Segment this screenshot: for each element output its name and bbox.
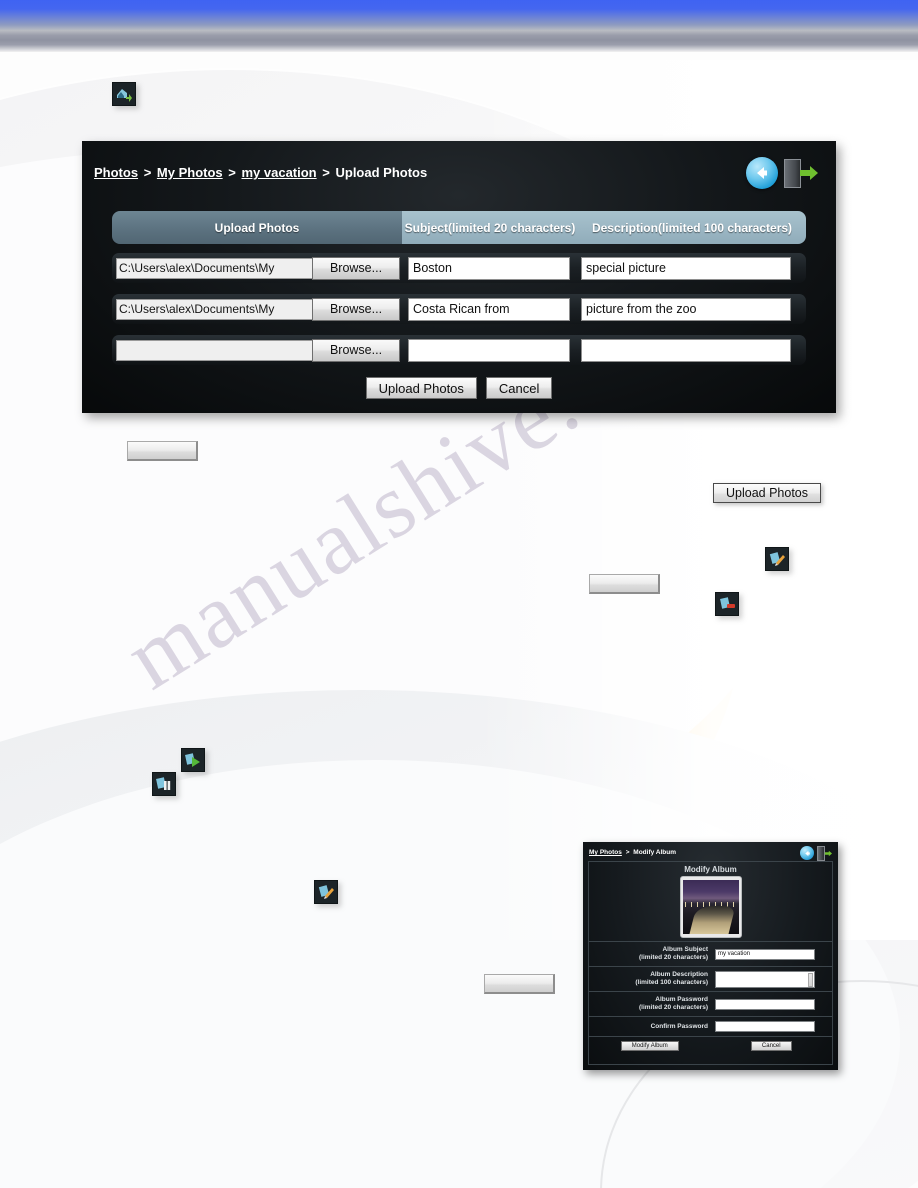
inset-row-album-description: Album Description (limited 100 character… [589,966,832,991]
exit-door-icon[interactable] [784,158,820,188]
panel-actions: Upload Photos Cancel [82,377,836,399]
placeholder-button-2[interactable] [589,574,660,594]
inset-label-album-password: Album Password (limited 20 characters) [638,996,708,1011]
inset-nav-icons [800,845,833,861]
edit-album-icon-2[interactable] [314,880,338,904]
inset-actions: Modify Album Cancel [589,1036,832,1054]
upload-photo-icon[interactable] [112,82,136,106]
inset-breadcrumb-current: Modify Album [633,849,677,856]
slideshow-pause-icon[interactable] [152,772,176,796]
browse-button-1[interactable]: Browse... [312,256,400,280]
breadcrumb-item-current: Upload Photos [335,165,428,180]
breadcrumb-item-my-vacation[interactable]: my vacation [241,165,316,180]
table-row: C:\Users\alex\Documents\My Browse... Cos… [112,294,806,324]
inset-fields: Album Subject (limited 20 characters) my… [589,941,832,1054]
description-input-1[interactable]: special picture [581,256,791,280]
subject-input-2[interactable]: Costa Rican from [408,297,570,321]
subject-input-3[interactable] [408,338,570,362]
description-input-3[interactable] [581,338,791,362]
inset-cancel-button[interactable]: Cancel [750,1040,792,1051]
panel-nav-icons [746,157,820,189]
header-description: Description(limited 100 characters) [578,211,806,244]
inset-back-arrow-icon[interactable] [800,846,814,860]
table-header-row: Upload Photos Subject(limited 20 charact… [112,211,806,244]
subject-input-1[interactable]: Boston [408,256,570,280]
file-path-field-3[interactable] [116,339,312,361]
inset-row-confirm-password: Confirm Password [589,1016,832,1036]
cancel-button[interactable]: Cancel [485,377,553,399]
table-row: C:\Users\alex\Documents\My Browse... Bos… [112,253,806,283]
file-path-field-1[interactable]: C:\Users\alex\Documents\My [116,257,312,279]
edit-album-icon[interactable] [765,547,789,571]
album-thumbnail[interactable] [679,876,742,938]
inset-breadcrumb: My Photos > Modify Album [589,849,676,856]
back-arrow-icon[interactable] [746,157,778,189]
album-subject-input[interactable]: my vacation [715,948,815,960]
inset-breadcrumb-my-photos[interactable]: My Photos [589,849,622,856]
file-path-field-2[interactable]: C:\Users\alex\Documents\My [116,298,312,320]
inset-body: Modify Album Album Subject (limited 20 c… [588,861,833,1065]
browse-button-2[interactable]: Browse... [312,297,400,321]
inset-label-confirm-password: Confirm Password [650,1022,708,1030]
header-subject: Subject(limited 20 characters) [402,211,578,244]
browse-button-3[interactable]: Browse... [312,338,400,362]
breadcrumb-separator: > [143,165,152,180]
breadcrumb-separator: > [228,165,236,180]
slideshow-play-icon[interactable] [181,748,205,772]
delete-album-icon[interactable] [715,592,739,616]
confirm-password-input[interactable] [715,1021,815,1032]
page-top-band-shadow [0,40,918,52]
breadcrumb-item-photos[interactable]: Photos [94,165,138,180]
page-top-band [0,0,918,40]
placeholder-button-3[interactable] [484,974,555,994]
inset-breadcrumb-separator: > [625,849,630,856]
upload-photos-button[interactable]: Upload Photos [365,377,477,399]
upload-photos-panel: Photos > My Photos > my vacation > Uploa… [82,141,836,413]
placeholder-button-1[interactable] [127,441,198,461]
album-password-input[interactable] [715,998,815,1010]
breadcrumb-item-my-photos[interactable]: My Photos [157,165,223,180]
description-input-2[interactable]: picture from the zoo [581,297,791,321]
inset-title: Modify Album [684,865,737,874]
inset-row-album-password: Album Password (limited 20 characters) [589,991,832,1016]
modify-album-panel: My Photos > Modify Album Modify Album Al… [583,842,838,1070]
inset-label-album-subject: Album Subject (limited 20 characters) [638,946,708,961]
upload-photos-page-button[interactable]: Upload Photos [713,483,822,503]
inset-row-album-subject: Album Subject (limited 20 characters) my… [589,941,832,966]
table-row: Browse... [112,335,806,365]
inset-label-album-description: Album Description (limited 100 character… [635,971,708,986]
album-thumbnail-image [682,880,739,934]
breadcrumb-separator: > [322,165,330,180]
breadcrumb: Photos > My Photos > my vacation > Uploa… [94,165,427,180]
inset-exit-door-icon[interactable] [817,845,833,861]
album-description-input[interactable] [715,970,815,988]
header-upload-photos: Upload Photos [112,211,402,244]
modify-album-button[interactable]: Modify Album [620,1040,679,1051]
upload-rows: C:\Users\alex\Documents\My Browse... Bos… [112,253,806,376]
